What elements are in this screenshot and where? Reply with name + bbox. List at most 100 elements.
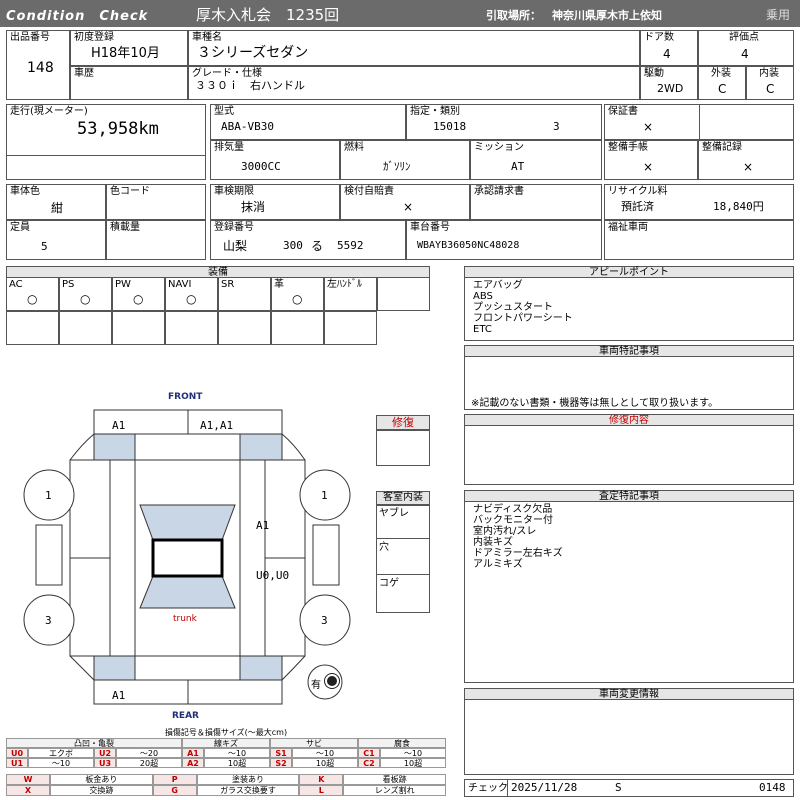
interior-box-title: 客室内装 [376,491,430,505]
exterior-label: 外装 [711,68,731,79]
drive-value: 2WD [657,82,684,95]
legend-code: L [299,785,344,796]
interior-value: C [766,82,775,96]
pickup-label: 引取場所： [486,9,541,22]
interior-label: 内装 [759,68,779,79]
legend-code: C1 [358,748,380,758]
equipment-cell: 左ﾊﾝﾄﾞﾙ [324,277,377,311]
legend-code: C2 [358,758,380,768]
equipment-cell: 革 ○ [271,277,324,311]
inspector-note-line: 内装キズ [473,537,513,548]
mark-right-door-rear: U0,U0 [256,569,290,582]
tire-rear-right-mark: 3 [321,614,328,627]
logo: Condition Check [6,9,149,24]
equipment-cell: SR [218,277,271,311]
mileage-value: 53,958km [77,119,159,139]
history-box: 車歴 [70,66,188,100]
first-reg-box: 初度登録 H18年10月 [70,30,188,66]
equipment-value: ○ [292,292,303,306]
fuel-box: 燃料 ｶﾞｿﾘﾝ [340,140,470,180]
capacity-box: 定員 5 [6,220,106,260]
repair-box-title: 修復 [376,415,430,430]
class-value: 3 [553,120,560,133]
designation-box: 指定・類別 15018 3 [406,104,602,140]
recycle-box: リサイクル料 預託済 18,840円 [604,184,794,220]
equipment-cell: NAVI ○ [165,277,218,311]
special-panel: ※記載のない書類・機器等は無しとして取り扱います。 [464,356,794,410]
equipment-cell: AC ○ [6,277,59,311]
inspector-note-line: 室内汚れ/スレ [473,526,537,537]
appeal-line: ETC [473,324,492,335]
inspection-box: 車検期限 抹消 [210,184,340,220]
mark-rear-left: A1 [112,689,126,702]
legend-group: 凸凹・亀裂 [6,738,182,748]
maint-label: 整備記録 [702,142,742,153]
equipment-empty-cell [324,311,377,345]
equipment-label: 革 [274,279,284,290]
mission-value: AT [511,160,525,173]
equipment-label: PW [115,279,131,290]
tire-front-right-mark: 1 [321,489,328,502]
color-code-label: 色コード [110,186,150,197]
model-name-value: ３シリーズセダン [197,45,309,61]
doors-box: ドア数 4 [640,30,698,66]
chassis-box: 車台番号 WBAYB36050NC48028 [406,220,602,260]
legend-group: サビ [270,738,358,748]
plate-number: 5592 [337,239,364,252]
chassis-label: 車台番号 [410,222,450,233]
legend-code: W [6,774,50,785]
legend-text: 交換跡 [50,785,153,796]
capacity-label: 定員 [10,222,30,233]
mission-box: ミッション AT [470,140,602,180]
check-code: S [615,781,622,794]
legend-text: 〜10 [292,748,358,758]
mark-front-right: A1,A1 [200,419,234,432]
plate-class: 300 [283,239,303,252]
legend-code: K [299,774,344,785]
displacement-label: 排気量 [214,142,244,153]
maint-box: 整備記録 × [698,140,794,180]
first-reg-value: H18年10月 [91,46,160,61]
equipment-label: PS [62,279,75,290]
legend-text: 20超 [116,758,182,768]
history-label: 車歴 [74,68,94,79]
check-bar: チェック 2025/11/28 S 0148 [464,779,794,797]
interior-box: 内装 C [746,66,794,100]
color-label: 車体色 [10,186,40,197]
legend-text: エクボ [28,748,94,758]
mark-front-left: A1 [112,419,126,432]
interior-item-burn: コゲ [379,578,399,589]
liability-box: 検付自賠責 × [340,184,470,220]
chassis-value: WBAYB36050NC48028 [417,240,520,251]
grade-box: グレード・仕様 ３３０ｉ 右ハンドル [188,66,640,100]
legend-code: S2 [270,758,292,768]
inspector-notes-panel: ナビディスク欠品 バックモニター付 室内汚れ/スレ 内装キズ ドアミラー左右キズ アルミキ… [464,501,794,683]
appeal-line: フロントパワーシート [473,313,573,324]
legend-code: A1 [182,748,204,758]
plate-box: 登録番号 山梨 300 る 5592 [210,220,406,260]
equipment-empty-cell [6,311,59,345]
score-box: 評価点 4 [698,30,794,66]
spare-label: 有 [311,680,321,691]
trunk-label: trunk [173,614,197,624]
fuel-label: 燃料 [344,142,364,153]
liability-label: 検付自賠責 [344,186,394,197]
manual-label: 整備手帳 [608,142,648,153]
legend-code: G [152,785,197,796]
load-box: 積載量 [106,220,206,260]
repair-box [376,430,430,466]
drive-box: 駆動 2WD [640,66,698,100]
plate-area: 山梨 [223,239,248,253]
legend-code: P [152,774,197,785]
legend-code: S1 [270,748,292,758]
inspector-note-line: バックモニター付 [473,515,553,526]
equipment-value: ○ [27,292,38,306]
liability-value: × [403,200,414,214]
doors-value: 4 [663,47,671,61]
tire-front-left-mark: 1 [45,489,52,502]
displacement-box: 排気量 3000CC [210,140,340,180]
check-number: 0148 [759,781,786,794]
grade-value: ３３０ｉ 右ハンドル [195,79,305,92]
appeal-panel: エアバッグ ABS プッシュスタート フロントパワーシート ETC [464,277,794,341]
grade-label: グレード・仕様 [192,68,262,79]
